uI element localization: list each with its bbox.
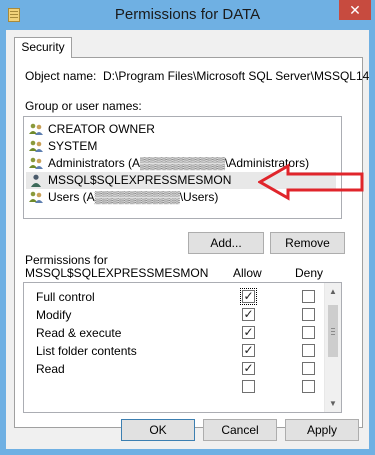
title-bar[interactable]: Permissions for DATA ✕ xyxy=(0,0,375,30)
remove-button[interactable]: Remove xyxy=(270,232,345,254)
permission-row-modify: Modify ✓ xyxy=(24,306,324,324)
permission-row-read-execute: Read & execute ✓ xyxy=(24,324,324,342)
scroll-grip xyxy=(331,331,335,332)
users-group-icon xyxy=(29,123,43,135)
scroll-thumb[interactable] xyxy=(328,305,338,357)
tab-security[interactable]: Security xyxy=(14,37,72,58)
permission-label: Full control xyxy=(36,290,95,304)
allow-column-header: Allow xyxy=(233,266,262,280)
user-label: Users (A▒▒▒▒▒▒▒▒▒▒\Users) xyxy=(48,190,219,204)
permission-row-partial xyxy=(24,378,324,396)
users-group-icon xyxy=(29,140,43,152)
allow-next-checkbox[interactable] xyxy=(242,380,255,393)
group-user-names-label: Group or user names: xyxy=(25,99,142,113)
permissions-for-label: Permissions for xyxy=(25,253,108,267)
permissions-scrollbar[interactable]: ▲ ▼ xyxy=(324,283,341,412)
deny-modify-checkbox[interactable] xyxy=(302,308,315,321)
permission-row-read: Read ✓ xyxy=(24,360,324,378)
permission-label: Modify xyxy=(36,308,72,322)
deny-read-checkbox[interactable] xyxy=(302,362,315,375)
user-label: CREATOR OWNER xyxy=(48,122,155,136)
list-item-creator-owner[interactable]: CREATOR OWNER xyxy=(26,121,336,138)
user-icon xyxy=(31,174,41,187)
allow-read-checkbox[interactable]: ✓ xyxy=(242,362,255,375)
object-name-value: D:\Program Files\Microsoft SQL Server\MS… xyxy=(103,69,370,83)
dialog-client: Security Object name: D:\Program Files\M… xyxy=(6,30,369,449)
permission-label: Read & execute xyxy=(36,326,122,340)
scroll-grip xyxy=(331,328,335,329)
allow-read-execute-checkbox[interactable]: ✓ xyxy=(242,326,255,339)
deny-next-checkbox[interactable] xyxy=(302,380,315,393)
user-label: MSSQL$SQLEXPRESSMESMON xyxy=(48,173,232,187)
cancel-button[interactable]: Cancel xyxy=(203,419,277,441)
close-button[interactable]: ✕ xyxy=(339,0,371,20)
permission-label: List folder contents xyxy=(36,344,137,358)
window-title: Permissions for DATA xyxy=(114,6,261,23)
add-button[interactable]: Add... xyxy=(188,232,264,254)
ok-button[interactable]: OK xyxy=(121,419,195,441)
permission-label: Read xyxy=(36,362,65,376)
deny-full-control-checkbox[interactable] xyxy=(302,290,315,303)
annotation-arrow-icon xyxy=(258,163,364,201)
scroll-grip xyxy=(331,334,335,335)
permissions-list[interactable]: Full control ✓ Modify ✓ Read & execute ✓… xyxy=(23,282,342,413)
apply-button[interactable]: Apply xyxy=(285,419,359,441)
users-group-icon xyxy=(29,157,43,169)
allow-modify-checkbox[interactable]: ✓ xyxy=(242,308,255,321)
object-name-label: Object name: xyxy=(25,69,97,83)
user-label: SYSTEM xyxy=(48,139,98,153)
deny-list-folder-contents-checkbox[interactable] xyxy=(302,344,315,357)
permission-row-list-folder-contents: List folder contents ✓ xyxy=(24,342,324,360)
permissions-window: Permissions for DATA ✕ Security Object n… xyxy=(0,0,375,455)
permission-row-full-control: Full control ✓ xyxy=(24,288,324,306)
deny-column-header: Deny xyxy=(295,266,324,280)
allow-list-folder-contents-checkbox[interactable]: ✓ xyxy=(242,344,255,357)
deny-read-execute-checkbox[interactable] xyxy=(302,326,315,339)
users-group-icon xyxy=(29,191,43,203)
permissions-principal-label: MSSQL$SQLEXPRESSMESMON xyxy=(25,266,209,280)
scroll-up-arrow-icon[interactable]: ▲ xyxy=(325,283,341,300)
scroll-down-arrow-icon[interactable]: ▼ xyxy=(325,395,341,412)
allow-full-control-checkbox[interactable]: ✓ xyxy=(240,288,257,305)
list-item-system[interactable]: SYSTEM xyxy=(26,138,336,155)
